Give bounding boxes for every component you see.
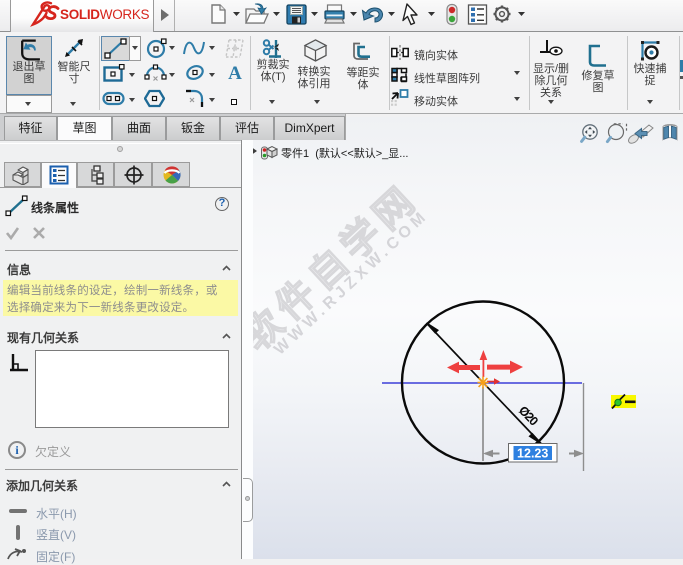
- svg-text:12.23: 12.23: [517, 447, 548, 461]
- svg-text:Ø20: Ø20: [516, 403, 541, 428]
